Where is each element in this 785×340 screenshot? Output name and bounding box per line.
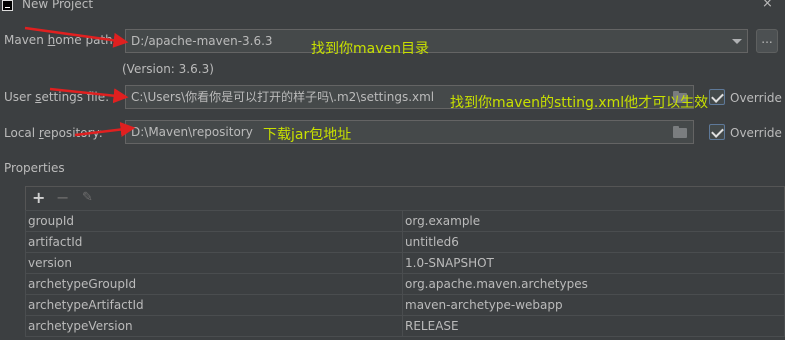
- user-settings-label-pre: User: [4, 90, 36, 104]
- property-value: org.example: [402, 210, 785, 232]
- annotation-settings: 找到你maven的stting.xml他才可以生效: [450, 95, 709, 111]
- property-value: maven-archetype-webapp: [402, 294, 785, 316]
- window-title: New Project: [22, 0, 94, 11]
- property-key: archetypeVersion: [25, 315, 403, 337]
- user-settings-value: C:\Users\你看你是可以打开的样子吗\.m2\settings.xml: [131, 90, 435, 104]
- property-key: version: [25, 252, 403, 274]
- maven-home-value: D:/apache-maven-3.6.3: [131, 34, 273, 48]
- properties-table: groupId org.example artifactId untitled6…: [25, 210, 785, 337]
- local-repo-label: Local repository:: [4, 126, 103, 140]
- title-bar: New Project ×: [0, 0, 785, 14]
- maven-home-label-pre: Maven: [4, 33, 48, 47]
- user-settings-override-checkbox[interactable]: [709, 89, 725, 105]
- add-icon[interactable]: +: [32, 189, 45, 207]
- property-key: artifactId: [25, 231, 403, 253]
- properties-toolbar: + − ✎: [25, 186, 785, 210]
- table-row[interactable]: archetypeVersion RELEASE: [25, 315, 785, 337]
- property-value: org.apache.maven.archetypes: [402, 273, 785, 295]
- local-repo-value: D:\Maven\repository: [131, 125, 253, 139]
- local-repo-label-pre: Local: [4, 126, 39, 140]
- remove-icon[interactable]: −: [56, 189, 69, 207]
- table-row[interactable]: version 1.0-SNAPSHOT: [25, 252, 785, 274]
- intellij-app-icon: [2, 0, 13, 11]
- table-row[interactable]: archetypeArtifactId maven-archetype-weba…: [25, 294, 785, 316]
- property-value: untitled6: [402, 231, 785, 253]
- local-repo-folder-icon[interactable]: [673, 126, 687, 138]
- local-repo-label-post: epository:: [43, 126, 103, 140]
- maven-home-label: Maven home path:: [4, 33, 117, 47]
- maven-version-text: (Version: 3.6.3): [122, 62, 214, 76]
- maven-home-dropdown-arrow-icon[interactable]: [726, 29, 748, 53]
- table-row[interactable]: groupId org.example: [25, 210, 785, 232]
- property-value: 1.0-SNAPSHOT: [402, 252, 785, 274]
- table-row[interactable]: artifactId untitled6: [25, 231, 785, 253]
- property-value: RELEASE: [402, 315, 785, 337]
- local-repo-override-checkbox[interactable]: [709, 124, 725, 140]
- local-repo-field[interactable]: D:\Maven\repository: [125, 120, 694, 144]
- property-key: archetypeArtifactId: [25, 294, 403, 316]
- maven-home-browse-button[interactable]: ...: [756, 29, 778, 53]
- property-key: groupId: [25, 210, 403, 232]
- user-settings-override-label: Override: [730, 91, 782, 105]
- properties-label: Properties: [4, 161, 65, 175]
- property-key: archetypeGroupId: [25, 273, 403, 295]
- user-settings-label: User settings file:: [4, 90, 109, 104]
- user-settings-label-post: ettings file:: [41, 90, 110, 104]
- local-repo-override-label: Override: [730, 126, 782, 140]
- edit-pencil-icon[interactable]: ✎: [82, 189, 93, 207]
- table-row[interactable]: archetypeGroupId org.apache.maven.archet…: [25, 273, 785, 295]
- annotation-repo: 下载jar包地址: [263, 127, 352, 143]
- annotation-maven-home: 找到你maven目录: [311, 41, 429, 57]
- maven-home-label-post: ome path:: [55, 33, 117, 47]
- close-button[interactable]: ×: [762, 0, 773, 11]
